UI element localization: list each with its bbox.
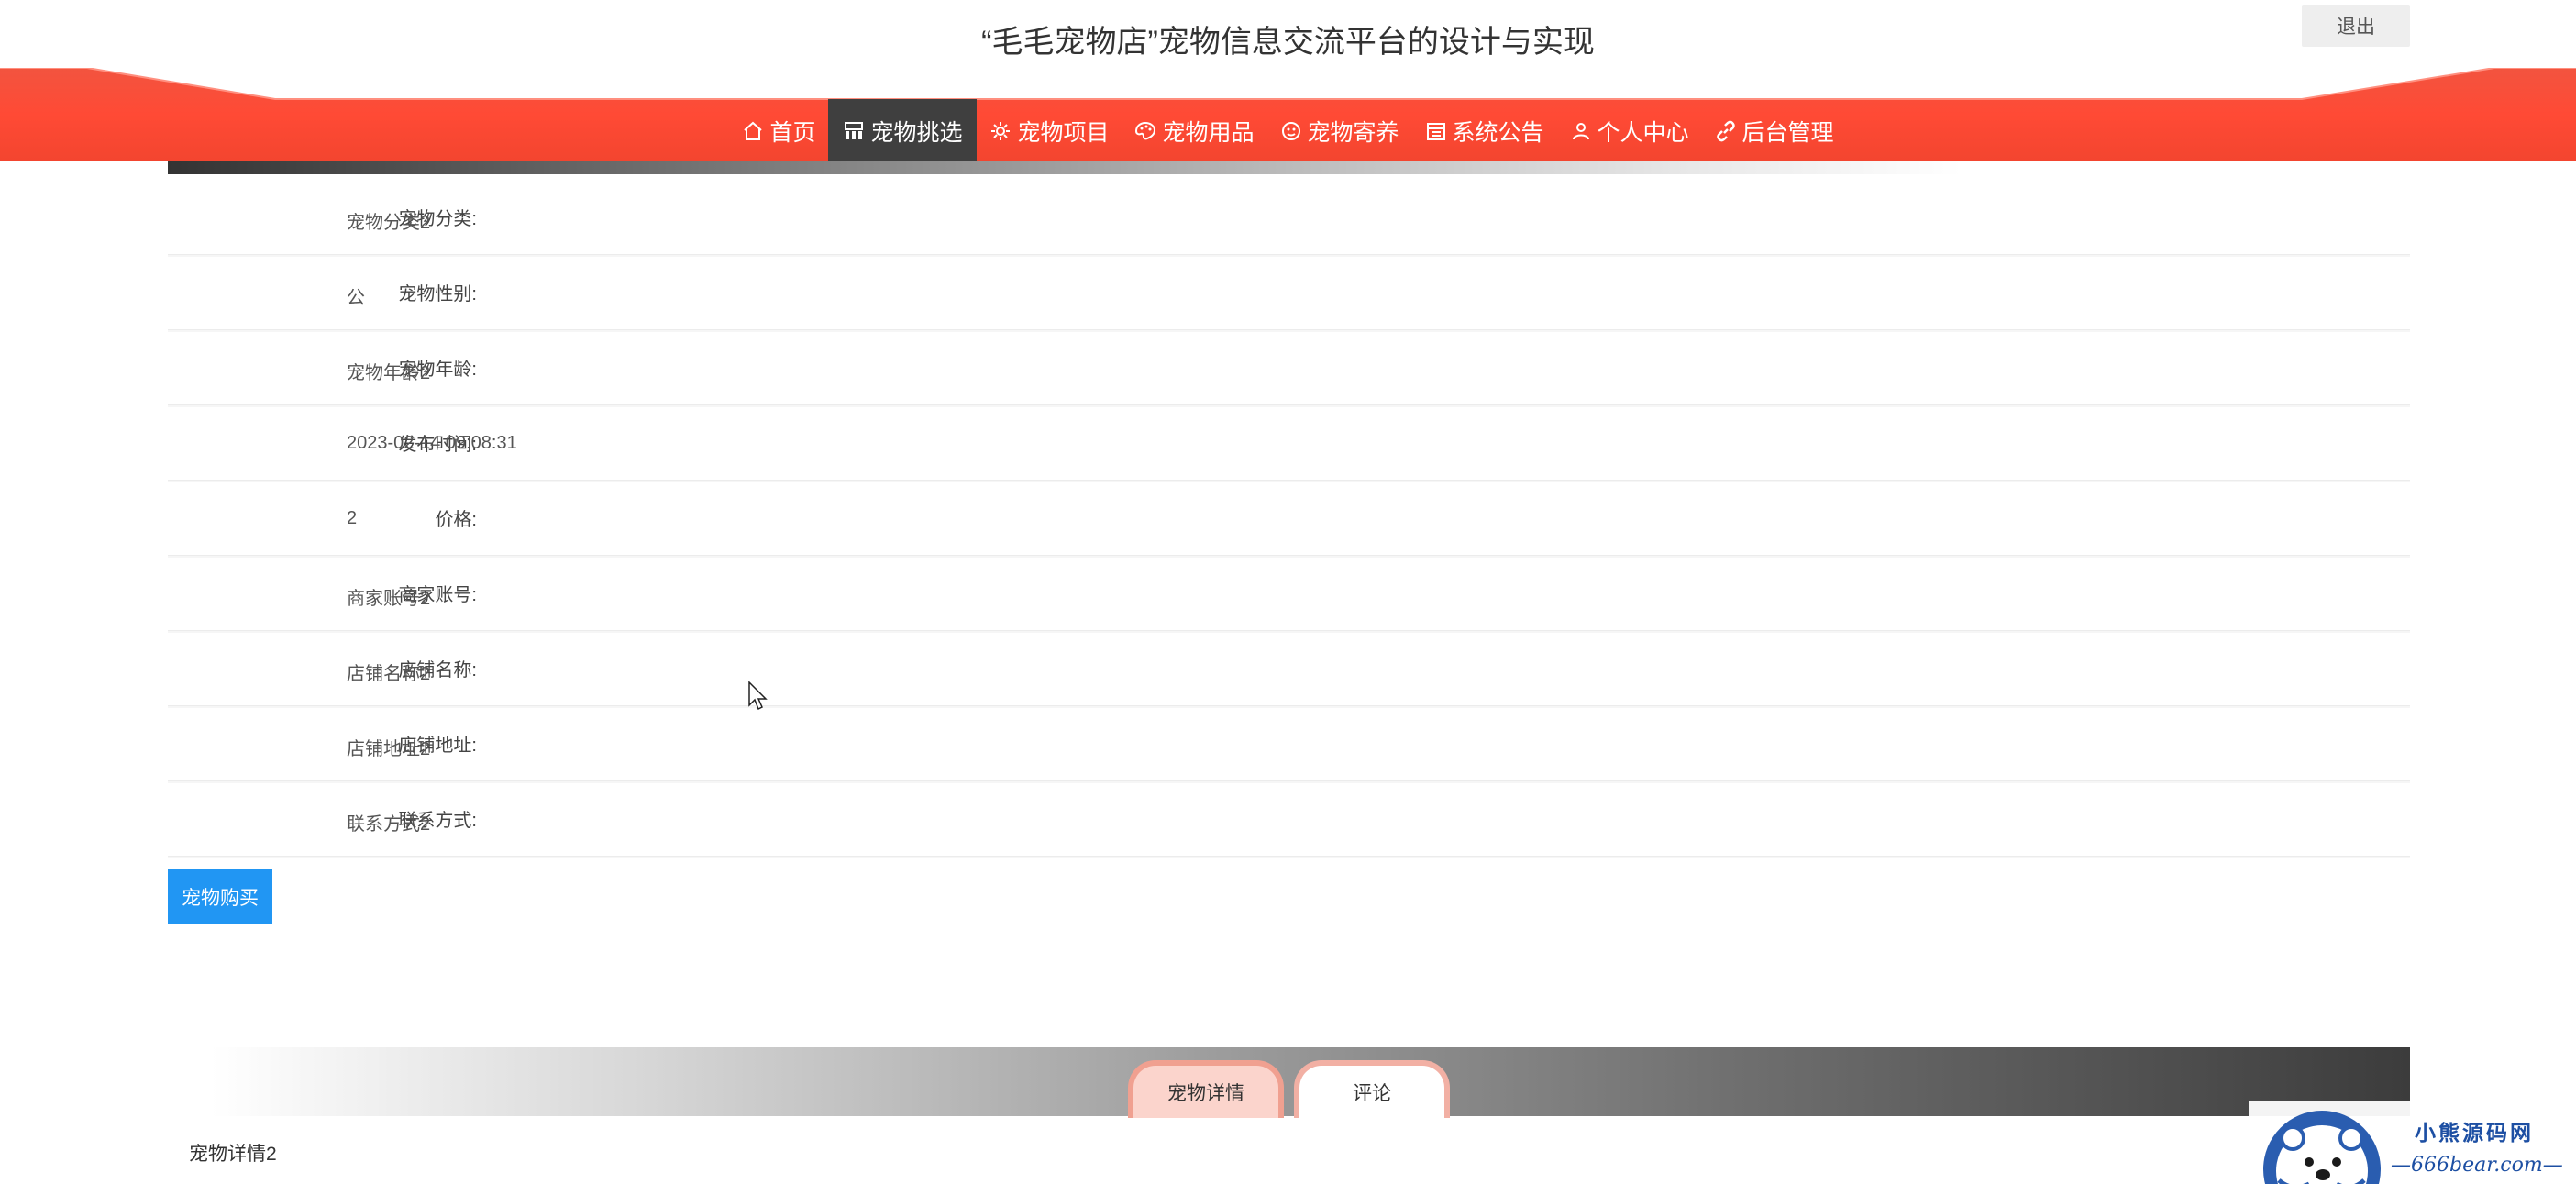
logout-button[interactable]: 退出 xyxy=(2302,5,2410,47)
detail-row: 发布时间: 2023-02-14 09:08:31 xyxy=(168,407,2410,481)
detail-value: 2023-02-14 09:08:31 xyxy=(347,433,517,453)
pet-details: 宠物分类: 宠物分类2 宠物性别: 公宠物年龄: 宠物年龄2 发布时间: 2023-02-1… xyxy=(168,182,2410,858)
detail-value: 宠物年龄2 xyxy=(347,363,431,383)
detail-row: 联系方式: 联系方式2 xyxy=(168,783,2410,857)
detail-value: 店铺地址2 xyxy=(347,739,431,759)
nav-item-2[interactable]: 宠物项目 xyxy=(977,99,1122,163)
watermark-text: 小熊源码网 xyxy=(2415,1121,2534,1145)
buy-pet-button[interactable]: 宠物购买 xyxy=(168,869,272,924)
settings-icon xyxy=(991,122,1011,140)
nav-item-label: 宠物挑选 xyxy=(870,120,963,146)
nav-item-label: 后台管理 xyxy=(1741,120,1834,146)
detail-label: 宠物性别: xyxy=(398,284,477,304)
nav-item-label: 宠物项目 xyxy=(1017,120,1110,146)
nav-item-label: 首页 xyxy=(769,120,816,146)
watermark-url: —666bear.com— xyxy=(2391,1154,2563,1177)
nav-item-label: 宠物用品 xyxy=(1162,120,1255,146)
home-icon xyxy=(744,121,763,140)
detail-row: 宠物性别: 公 xyxy=(168,257,2410,330)
page: “毛毛宠物店”宠物信息交流平台的设计与实现 退出 首页 宠物挑选 宠物项目 宠物用品宠… xyxy=(0,0,2576,1184)
main-nav: 首页 宠物挑选 宠物项目 宠物用品 宠物寄养 系统公告 个人中心 后台管理 xyxy=(0,99,2576,163)
detail-row: 店铺地址: 店铺地址2 xyxy=(168,708,2410,781)
link-icon xyxy=(1716,120,1735,142)
paw-icon xyxy=(1281,122,1300,140)
detail-label: 价格: xyxy=(435,510,477,530)
nav-item-4[interactable]: 宠物寄养 xyxy=(1267,99,1412,163)
tab-comments[interactable]: 评论 xyxy=(1294,1060,1450,1118)
detail-value: 店铺名称2 xyxy=(347,664,431,684)
detail-row: 商家账号: 商家账号2 xyxy=(168,558,2410,631)
nav-item-0[interactable]: 首页 xyxy=(729,99,828,163)
nav-item-5[interactable]: 系统公告 xyxy=(1412,99,1557,163)
pet-detail-content: 宠物详情2 xyxy=(189,1144,277,1165)
gradient-strip xyxy=(168,161,2410,174)
detail-value: 2 xyxy=(347,508,358,528)
detail-row: 宠物分类: 宠物分类2 xyxy=(168,182,2410,255)
palette-icon xyxy=(1135,121,1156,140)
mouse-cursor-icon xyxy=(748,681,768,711)
nav-item-6[interactable]: 个人中心 xyxy=(1557,99,1702,163)
nav-item-label: 系统公告 xyxy=(1452,120,1544,146)
detail-value: 联系方式2 xyxy=(347,814,431,835)
detail-value: 商家账号2 xyxy=(347,589,431,609)
calendar-icon xyxy=(1426,123,1445,140)
nav-item-label: 个人中心 xyxy=(1597,120,1689,146)
user-icon xyxy=(1572,123,1589,140)
detail-row: 店铺名称: 店铺名称2 xyxy=(168,633,2410,706)
tab-pet-details[interactable]: 宠物详情 xyxy=(1128,1060,1284,1118)
nav-item-1[interactable]: 宠物挑选 xyxy=(828,99,978,163)
site-title: “毛毛宠物店”宠物信息交流平台的设计与实现 xyxy=(981,25,1595,60)
nav-item-3[interactable]: 宠物用品 xyxy=(1122,99,1266,163)
detail-value: 宠物分类2 xyxy=(347,213,431,233)
detail-row: 价格: 2 xyxy=(168,482,2410,556)
nav-item-7[interactable]: 后台管理 xyxy=(1702,99,1847,163)
detail-value: 公 xyxy=(347,288,365,308)
nav-item-label: 宠物寄养 xyxy=(1307,120,1399,146)
grid-icon xyxy=(845,122,864,139)
detail-row: 宠物年龄: 宠物年龄2 xyxy=(168,332,2410,405)
